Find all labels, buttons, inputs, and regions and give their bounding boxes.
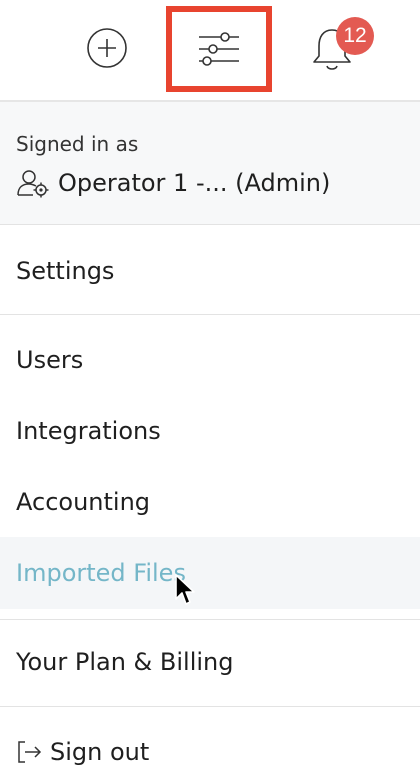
current-user: Operator 1 -... (Admin) — [16, 168, 330, 198]
menu-divider — [0, 314, 420, 315]
menu-item-integrations[interactable]: Integrations — [0, 401, 420, 461]
menu-item-sign-out[interactable]: Sign out — [0, 722, 420, 782]
menu-item-users[interactable]: Users — [0, 330, 420, 390]
menu-item-settings[interactable]: Settings — [0, 241, 420, 301]
signed-in-panel: Signed in as Operator 1 -... (Admin) — [0, 102, 420, 225]
settings-menu-button[interactable] — [166, 6, 272, 92]
add-button[interactable] — [86, 27, 128, 69]
plus-circle-icon — [87, 28, 127, 68]
sign-out-label: Sign out — [50, 738, 150, 766]
sliders-icon — [199, 32, 239, 66]
user-name: Operator 1 -... (Admin) — [58, 169, 331, 197]
menu-divider — [0, 619, 420, 620]
user-gear-icon — [17, 170, 49, 198]
menu-divider — [0, 706, 420, 707]
menu-item-plan-billing[interactable]: Your Plan & Billing — [0, 632, 420, 692]
top-toolbar: 12 — [0, 0, 420, 100]
account-dropdown-menu: Signed in as Operator 1 -... (Admin) Set… — [0, 100, 420, 780]
notification-count-badge: 12 — [336, 17, 374, 55]
sign-out-icon — [18, 741, 42, 763]
signed-in-label: Signed in as — [16, 132, 139, 156]
menu-item-accounting[interactable]: Accounting — [0, 472, 420, 532]
mouse-cursor-icon — [175, 574, 195, 605]
menu-item-imported-files[interactable]: Imported Files — [0, 537, 420, 609]
